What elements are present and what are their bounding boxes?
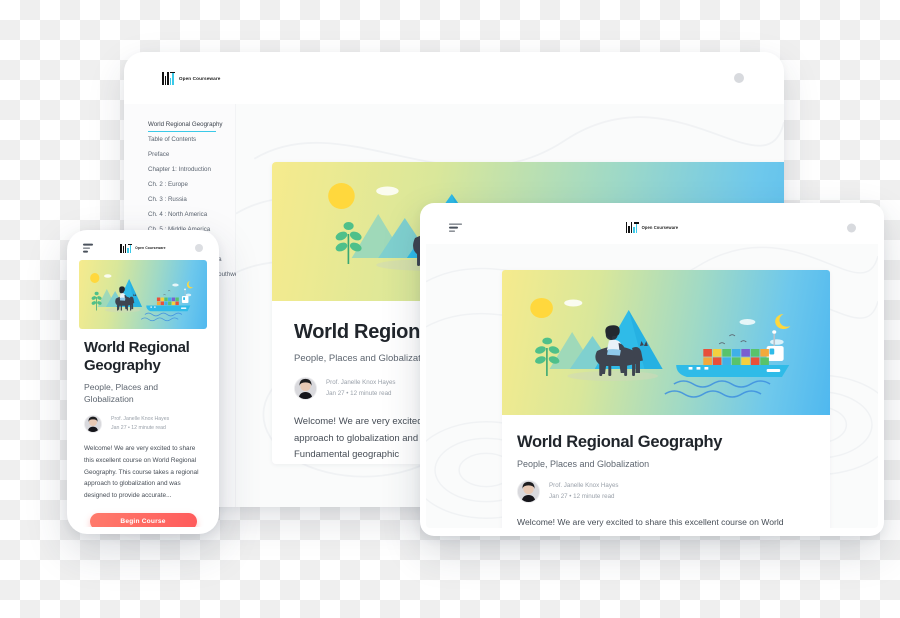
- hero-illustration: [502, 270, 830, 415]
- course-card: World Regional Geography People, Places …: [502, 270, 830, 528]
- screenshot-stage: Open Courseware World Regional Geography…: [0, 0, 900, 618]
- author-avatar: [84, 415, 102, 434]
- avatar[interactable]: [195, 244, 203, 252]
- phone-mockup: Open Courseware World Regional Geography…: [67, 230, 219, 534]
- desktop-header: Open Courseware: [124, 52, 784, 104]
- article-meta: Jan 27 • 12 minute read: [111, 425, 166, 432]
- hamburger-menu-icon[interactable]: [83, 243, 93, 253]
- sun-icon: [90, 273, 100, 283]
- sidebar-item-4[interactable]: Ch. 2 : Europe: [124, 178, 235, 193]
- sidebar-item-6[interactable]: Ch. 4 : North America: [124, 208, 235, 223]
- begin-course-button[interactable]: Begin Course: [89, 513, 197, 527]
- page-title: World Regional Geography: [517, 433, 723, 451]
- mit-open-courseware-logo[interactable]: Open Courseware: [120, 243, 166, 253]
- sidebar-item-5[interactable]: Ch. 3 : Russia: [124, 193, 235, 208]
- article-meta: Jan 27 • 12 minute read: [326, 389, 392, 397]
- sidebar-item-2[interactable]: Preface: [124, 148, 235, 163]
- wordmark-text: Open Courseware: [178, 75, 221, 81]
- mit-mark-icon: [625, 222, 639, 233]
- cargo-ship-icon: [664, 330, 790, 398]
- author-name: Prof. Janelle Knox Hayes: [549, 481, 619, 489]
- author-name: Prof. Janelle Knox Hayes: [111, 415, 170, 422]
- page-subtitle: People, Places and Globalization: [517, 459, 650, 469]
- article-body: Welcome! We are very excited to share th…: [517, 517, 784, 527]
- page-subtitle: People, Places and Globalization: [84, 382, 159, 404]
- tablet-main: World Regional Geography People, Places …: [426, 244, 878, 528]
- page-title: World Regional Geography: [84, 339, 190, 374]
- mit-open-courseware-logo[interactable]: Open Courseware: [625, 222, 679, 233]
- hamburger-menu-icon[interactable]: [449, 223, 462, 232]
- author-avatar: [294, 377, 317, 400]
- hero-illustration: [79, 260, 207, 329]
- phone-screen: Open Courseware World Regional Geography…: [72, 236, 214, 527]
- mit-mark-icon: [162, 71, 176, 85]
- wordmark-text: Open Courseware: [641, 225, 679, 230]
- tablet-header: Open Courseware: [426, 211, 878, 244]
- tablet-mockup: Open Courseware World Regional Geography…: [420, 203, 884, 536]
- article-body: Welcome! We are very excited to share th…: [84, 444, 199, 500]
- author-avatar: [517, 480, 540, 503]
- article-meta: Jan 27 • 12 minute read: [549, 492, 615, 500]
- mit-mark-icon: [120, 243, 133, 253]
- sidebar-item-0[interactable]: World Regional Geography: [124, 118, 235, 133]
- cargo-ship-icon: [140, 288, 191, 322]
- sun-icon: [530, 298, 553, 318]
- article: World Regional Geography People, Places …: [502, 415, 830, 528]
- avatar[interactable]: [734, 73, 744, 83]
- phone-header: Open Courseware: [72, 236, 214, 260]
- wordmark-text: Open Courseware: [135, 246, 166, 250]
- author-name: Prof. Janelle Knox Hayes: [326, 378, 396, 386]
- byline: Prof. Janelle Knox Hayes Jan 27 • 12 min…: [84, 415, 202, 434]
- avatar[interactable]: [847, 223, 856, 232]
- sun-icon: [328, 183, 355, 209]
- phone-article: World Regional Geography People, Places …: [72, 329, 214, 527]
- sidebar-item-1[interactable]: Table of Contents: [124, 133, 235, 148]
- byline: Prof. Janelle Knox Hayes Jan 27 • 12 min…: [517, 480, 815, 503]
- sidebar-item-3[interactable]: Chapter 1: Introduction: [124, 163, 235, 178]
- tablet-screen: Open Courseware World Regional Geography…: [426, 211, 878, 528]
- mit-open-courseware-logo[interactable]: Open Courseware: [162, 71, 221, 85]
